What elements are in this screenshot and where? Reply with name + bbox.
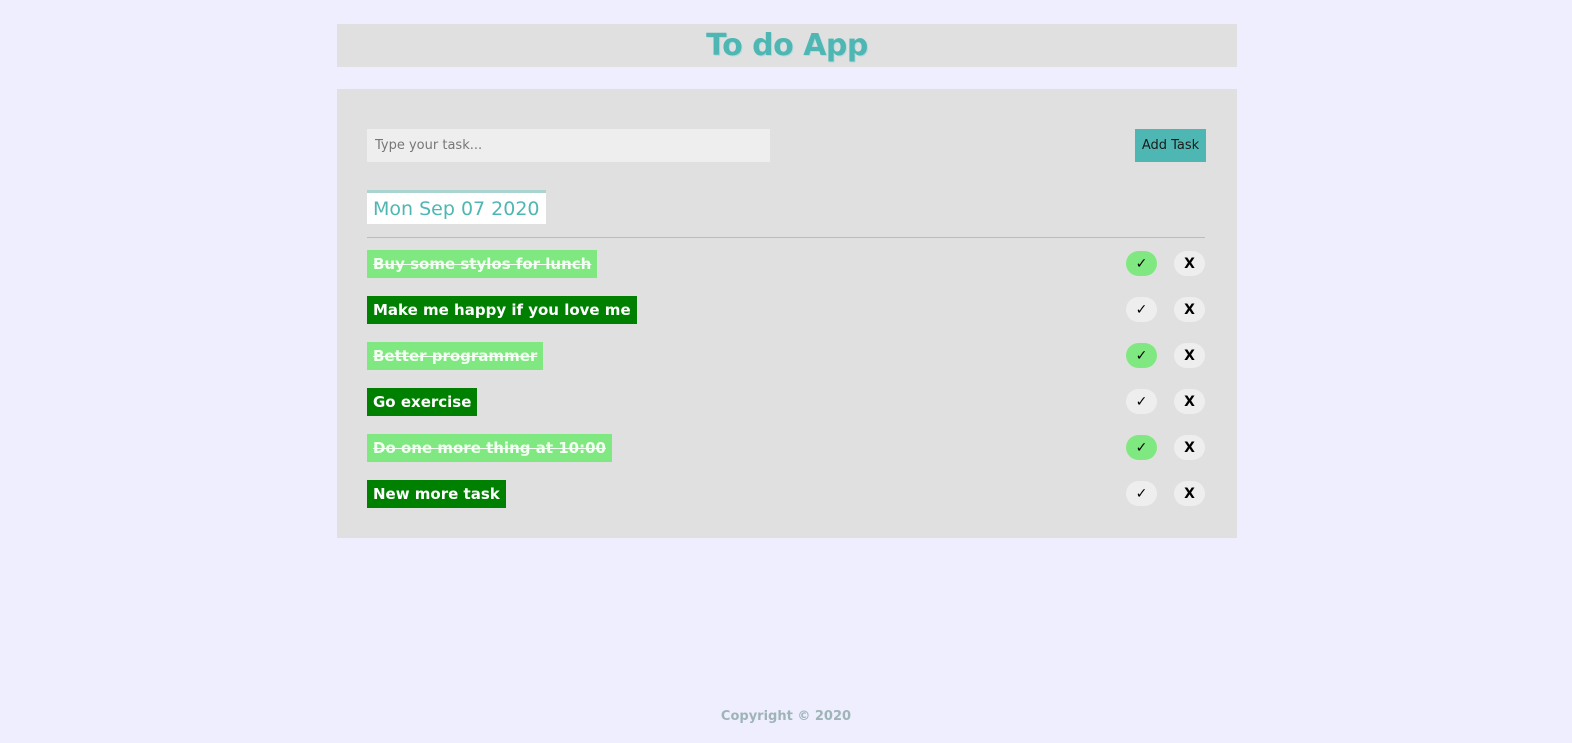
copyright-footer: Copyright © 2020 <box>720 709 852 724</box>
checkmark-icon: ✓ <box>1135 347 1148 364</box>
task-row: Go exercise ✓ X <box>367 388 1205 416</box>
add-task-button[interactable]: Add Task <box>1135 129 1206 162</box>
complete-task-button[interactable]: ✓ <box>1126 251 1157 276</box>
checkmark-icon: ✓ <box>1135 439 1148 456</box>
delete-task-button[interactable]: X <box>1174 251 1205 276</box>
task-list: Buy some stylos for lunch ✓ X Make me ha… <box>367 250 1205 526</box>
delete-task-button[interactable]: X <box>1174 389 1205 414</box>
task-row: Make me happy if you love me ✓ X <box>367 296 1205 324</box>
checkmark-icon: ✓ <box>1135 301 1148 318</box>
task-row: New more task ✓ X <box>367 480 1205 508</box>
close-icon: X <box>1184 301 1195 318</box>
complete-task-button[interactable]: ✓ <box>1126 481 1157 506</box>
checkmark-icon: ✓ <box>1135 255 1148 272</box>
delete-task-button[interactable]: X <box>1174 343 1205 368</box>
checkmark-icon: ✓ <box>1135 485 1148 502</box>
delete-task-button[interactable]: X <box>1174 435 1205 460</box>
task-row: Do one more thing at 10:00 ✓ X <box>367 434 1205 462</box>
close-icon: X <box>1184 347 1195 364</box>
delete-task-button[interactable]: X <box>1174 297 1205 322</box>
date-tab-label: Mon Sep 07 2020 <box>373 197 540 220</box>
todo-panel: Add Task Mon Sep 07 2020 Buy some stylos… <box>337 89 1237 538</box>
close-icon: X <box>1184 393 1195 410</box>
task-label: Better programmer <box>367 342 544 370</box>
date-tab[interactable]: Mon Sep 07 2020 <box>367 190 546 224</box>
task-input[interactable] <box>367 129 770 162</box>
task-label: Do one more thing at 10:00 <box>367 434 612 462</box>
complete-task-button[interactable]: ✓ <box>1126 343 1157 368</box>
task-label: Go exercise <box>367 388 478 416</box>
complete-task-button[interactable]: ✓ <box>1126 435 1157 460</box>
complete-task-button[interactable]: ✓ <box>1126 389 1157 414</box>
close-icon: X <box>1184 439 1195 456</box>
task-label: Make me happy if you love me <box>367 296 637 324</box>
divider <box>367 237 1205 238</box>
task-row: Buy some stylos for lunch ✓ X <box>367 250 1205 278</box>
task-row: Better programmer ✓ X <box>367 342 1205 370</box>
checkmark-icon: ✓ <box>1135 393 1148 410</box>
close-icon: X <box>1184 255 1195 272</box>
task-label: New more task <box>367 480 506 508</box>
app-header: To do App <box>337 24 1237 67</box>
close-icon: X <box>1184 485 1195 502</box>
complete-task-button[interactable]: ✓ <box>1126 297 1157 322</box>
app-title: To do App <box>706 28 868 63</box>
delete-task-button[interactable]: X <box>1174 481 1205 506</box>
task-label: Buy some stylos for lunch <box>367 250 598 278</box>
